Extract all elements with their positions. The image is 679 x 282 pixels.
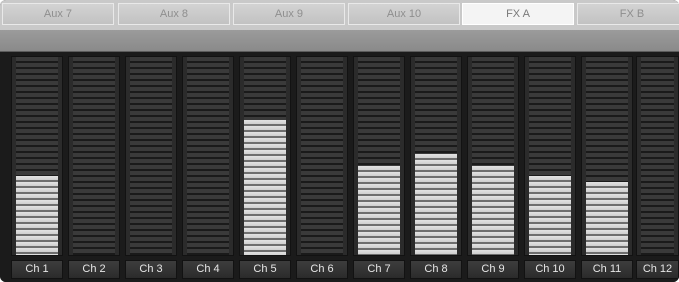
channel-strip: Ch 11 <box>579 52 636 282</box>
tab-fx-a[interactable]: FX A <box>462 3 574 25</box>
tab-aux-9[interactable]: Aux 9 <box>233 3 345 25</box>
channel-label[interactable]: Ch 7 <box>353 260 405 279</box>
channel-strip: Ch 4 <box>180 52 237 282</box>
level-meter <box>239 56 291 256</box>
channel-strip: Ch 9 <box>465 52 522 282</box>
tab-aux-8[interactable]: Aux 8 <box>118 3 230 25</box>
tab-aux-10[interactable]: Aux 10 <box>348 3 460 25</box>
channel-strip: Ch 1 <box>9 52 66 282</box>
channel-strip: Ch 7 <box>351 52 408 282</box>
channel-strip: Ch 3 <box>123 52 180 282</box>
channel-strip: Ch 10 <box>522 52 579 282</box>
channel-label[interactable]: Ch 6 <box>296 260 348 279</box>
channel-label[interactable]: Ch 12 <box>636 260 679 279</box>
meter-area: Ch 1 Ch 2 Ch 3 Ch 4 Ch 5 Ch 6 Ch 7 Ch 8 <box>0 52 679 282</box>
channel-strip: Ch 8 <box>408 52 465 282</box>
level-meter <box>410 56 462 256</box>
tab-fx-b[interactable]: FX B <box>577 3 679 25</box>
channel-strip: Ch 6 <box>294 52 351 282</box>
level-meter <box>467 56 519 256</box>
channel-strip: Ch 12 <box>634 52 679 282</box>
level-meter <box>182 56 234 256</box>
channel-strip: Ch 5 <box>237 52 294 282</box>
level-meter <box>11 56 63 256</box>
meter-fill <box>358 166 400 255</box>
meter-fill <box>244 120 286 255</box>
channel-label[interactable]: Ch 10 <box>524 260 576 279</box>
channel-label[interactable]: Ch 4 <box>182 260 234 279</box>
tab-aux-7[interactable]: Aux 7 <box>2 3 114 25</box>
level-meter <box>125 56 177 256</box>
meter-fill <box>415 154 457 255</box>
meter-fill <box>472 166 514 255</box>
channel-strip: Ch 2 <box>66 52 123 282</box>
channel-label[interactable]: Ch 9 <box>467 260 519 279</box>
meter-fill <box>16 176 58 255</box>
level-meter <box>581 56 633 256</box>
level-meter <box>353 56 405 256</box>
level-meter <box>524 56 576 256</box>
channel-label[interactable]: Ch 11 <box>581 260 633 279</box>
level-meter <box>68 56 120 256</box>
tab-bar: Aux 7 Aux 8 Aux 9 Aux 10 FX A FX B <box>0 0 679 30</box>
meter-fill <box>586 182 628 255</box>
channel-label[interactable]: Ch 2 <box>68 260 120 279</box>
header-strip <box>0 30 679 52</box>
channel-label[interactable]: Ch 8 <box>410 260 462 279</box>
level-meter <box>636 56 679 256</box>
meter-fill <box>529 176 571 255</box>
channel-label[interactable]: Ch 3 <box>125 260 177 279</box>
channel-label[interactable]: Ch 5 <box>239 260 291 279</box>
level-meter <box>296 56 348 256</box>
channel-label[interactable]: Ch 1 <box>11 260 63 279</box>
mixer-panel: Aux 7 Aux 8 Aux 9 Aux 10 FX A FX B Ch 1 … <box>0 0 679 282</box>
